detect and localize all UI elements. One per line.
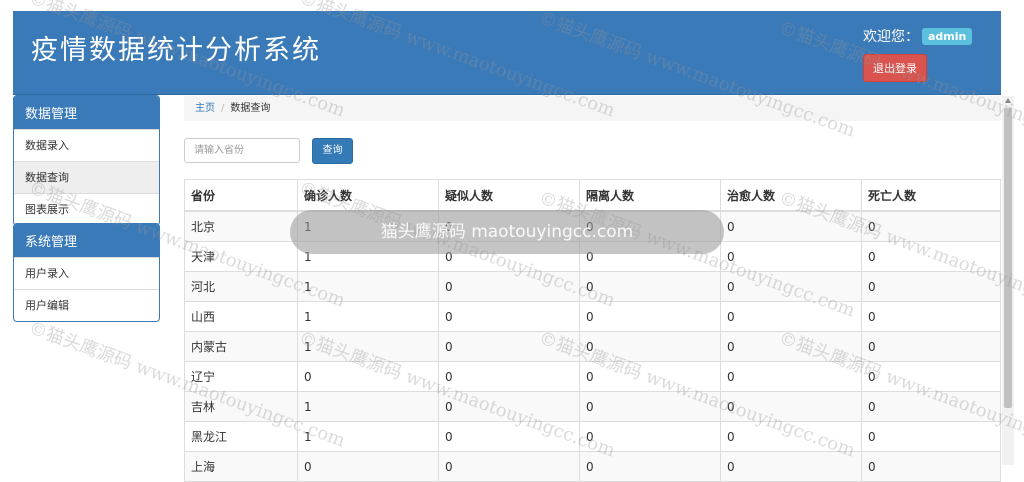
column-header-isolated: 隔离人数	[579, 179, 721, 212]
cell-cured: 0	[720, 421, 862, 452]
cell-deaths: 0	[861, 210, 1001, 242]
cell-confirmed: 1	[297, 391, 439, 422]
cell-confirmed: 1	[297, 271, 439, 302]
cell-cured: 0	[720, 451, 862, 482]
cell-confirmed: 1	[297, 331, 439, 362]
province-search-input[interactable]	[184, 138, 300, 163]
cell-deaths: 0	[861, 331, 1001, 362]
breadcrumb-separator: /	[221, 103, 225, 114]
logout-button[interactable]: 退出登录	[863, 54, 927, 82]
cell-cured: 0	[720, 241, 862, 272]
cell-isolated: 0	[579, 361, 721, 392]
table-row: 山西 1 0 0 0 0	[184, 301, 1001, 332]
table-row: 天津 1 0 0 0 0	[184, 241, 1001, 272]
sidebar-item-user-entry[interactable]: 用户录入	[14, 257, 159, 289]
table-header-row: 省份 确诊人数 疑似人数 隔离人数 治愈人数 死亡人数	[184, 179, 1001, 212]
cell-cured: 0	[720, 271, 862, 302]
table-row: 内蒙古 1 0 0 0 0	[184, 331, 1001, 362]
column-header-confirmed: 确诊人数	[297, 179, 439, 212]
cell-province: 黑龙江	[184, 421, 298, 452]
sidebar-panel-data-management: 数据管理 数据录入 数据查询 图表展示	[13, 95, 160, 226]
cell-isolated: 0	[579, 241, 721, 272]
sidebar-section-title: 系统管理	[14, 224, 159, 257]
table-row: 吉林 1 0 0 0 0	[184, 391, 1001, 422]
sidebar-panel-system-management: 系统管理 用户录入 用户编辑	[13, 223, 160, 322]
scroll-up-arrow-icon[interactable]	[1005, 98, 1011, 103]
username-badge: admin	[922, 28, 973, 45]
cell-isolated: 0	[579, 271, 721, 302]
cell-suspected: 0	[438, 271, 580, 302]
breadcrumb-current: 数据查询	[230, 103, 271, 114]
cell-province: 天津	[184, 241, 298, 272]
cell-suspected: 0	[438, 301, 580, 332]
cell-confirmed: 1	[297, 421, 439, 452]
cell-suspected: 0	[438, 361, 580, 392]
sidebar-item-data-query[interactable]: 数据查询	[14, 161, 159, 193]
sidebar-item-data-entry[interactable]: 数据录入	[14, 129, 159, 161]
query-button[interactable]: 查询	[312, 138, 353, 164]
cell-deaths: 0	[861, 361, 1001, 392]
breadcrumb-home-link[interactable]: 主页	[195, 103, 215, 114]
cell-cured: 0	[720, 301, 862, 332]
cell-cured: 0	[720, 331, 862, 362]
cell-confirmed: 1	[297, 301, 439, 332]
cell-suspected: 0	[438, 241, 580, 272]
cell-isolated: 0	[579, 421, 721, 452]
cell-province: 河北	[184, 271, 298, 302]
table-row: 上海 0 0 0 0 0	[184, 451, 1001, 482]
cell-confirmed: 0	[297, 361, 439, 392]
table-row: 北京 1 0 0 0 0	[184, 210, 1001, 242]
welcome-area: 欢迎您： admin	[863, 26, 973, 46]
cell-isolated: 0	[579, 451, 721, 482]
sidebar-section-title: 数据管理	[14, 96, 159, 129]
table-row: 辽宁 0 0 0 0 0	[184, 361, 1001, 392]
sidebar-item-chart-display[interactable]: 图表展示	[14, 193, 159, 225]
cell-cured: 0	[720, 361, 862, 392]
cell-suspected: 0	[438, 391, 580, 422]
epidemic-data-table: 省份 确诊人数 疑似人数 隔离人数 治愈人数 死亡人数 北京 1 0 0 0 0 天津 1 0 0…	[184, 179, 1001, 482]
breadcrumb: 主页 / 数据查询	[184, 96, 1001, 121]
app-header: 疫情数据统计分析系统 欢迎您： admin 退出登录	[13, 11, 1001, 95]
cell-suspected: 0	[438, 421, 580, 452]
table-row: 河北 1 0 0 0 0	[184, 271, 1001, 302]
cell-province: 吉林	[184, 391, 298, 422]
cell-province: 内蒙古	[184, 331, 298, 362]
cell-confirmed: 1	[297, 210, 439, 242]
app-title: 疫情数据统计分析系统	[31, 35, 321, 66]
cell-isolated: 0	[579, 210, 721, 242]
cell-deaths: 0	[861, 451, 1001, 482]
cell-cured: 0	[720, 391, 862, 422]
column-header-deaths: 死亡人数	[861, 179, 1001, 212]
cell-isolated: 0	[579, 391, 721, 422]
cell-suspected: 0	[438, 331, 580, 362]
cell-deaths: 0	[861, 301, 1001, 332]
cell-province: 山西	[184, 301, 298, 332]
cell-deaths: 0	[861, 391, 1001, 422]
column-header-cured: 治愈人数	[720, 179, 862, 212]
cell-isolated: 0	[579, 301, 721, 332]
cell-deaths: 0	[861, 241, 1001, 272]
cell-deaths: 0	[861, 271, 1001, 302]
cell-isolated: 0	[579, 331, 721, 362]
cell-confirmed: 0	[297, 451, 439, 482]
cell-suspected: 0	[438, 210, 580, 242]
cell-province: 北京	[184, 210, 298, 242]
vertical-scrollbar[interactable]	[1002, 96, 1014, 465]
scrollbar-thumb[interactable]	[1004, 108, 1012, 408]
cell-deaths: 0	[861, 421, 1001, 452]
welcome-label: 欢迎您：	[863, 29, 919, 45]
cell-confirmed: 1	[297, 241, 439, 272]
cell-province: 上海	[184, 451, 298, 482]
column-header-province: 省份	[184, 179, 298, 212]
cell-suspected: 0	[438, 451, 580, 482]
column-header-suspected: 疑似人数	[438, 179, 580, 212]
cell-province: 辽宁	[184, 361, 298, 392]
table-row: 黑龙江 1 0 0 0 0	[184, 421, 1001, 452]
cell-cured: 0	[720, 210, 862, 242]
sidebar-item-user-edit[interactable]: 用户编辑	[14, 289, 159, 321]
